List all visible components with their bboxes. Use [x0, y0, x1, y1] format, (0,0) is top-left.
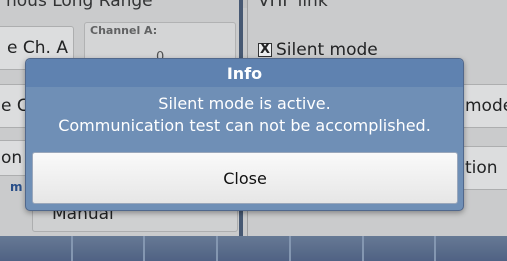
dialog-message-line2: Communication test can not be accomplish…: [58, 116, 431, 135]
dialog-title: Info: [26, 59, 463, 87]
dialog-message: Silent mode is active. Communication tes…: [26, 93, 463, 137]
dialog-message-line1: Silent mode is active.: [158, 94, 331, 113]
info-dialog: Info Silent mode is active. Communicatio…: [25, 58, 464, 211]
close-button[interactable]: Close: [32, 152, 458, 204]
